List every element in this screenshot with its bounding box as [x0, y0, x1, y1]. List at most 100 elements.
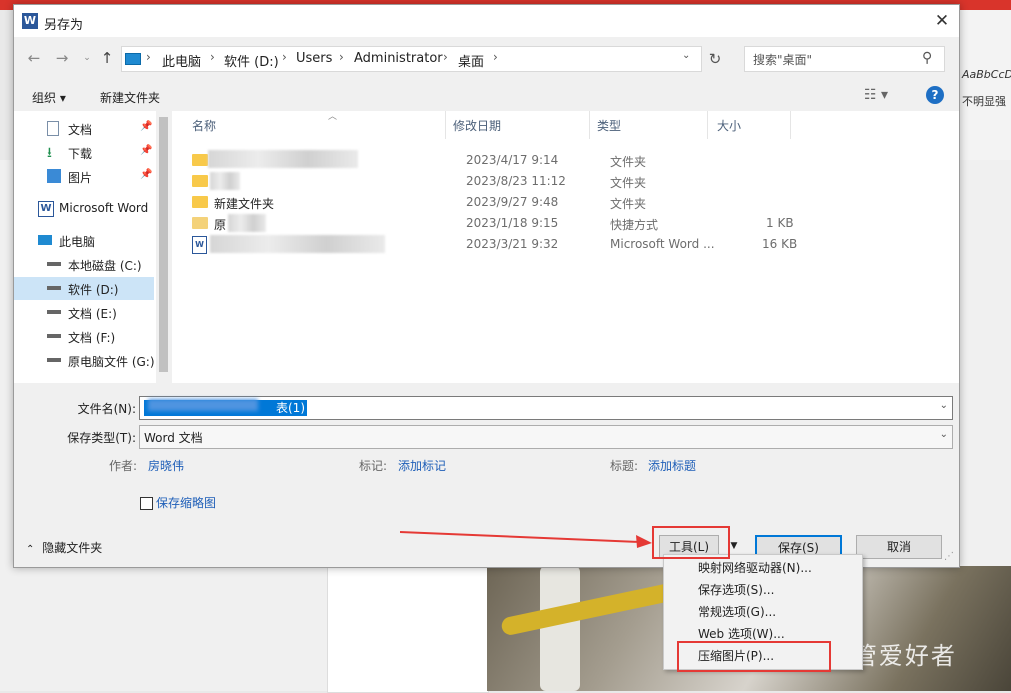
file-date: 2023/4/17 9:14	[466, 153, 559, 167]
nav-item-label: 下载	[68, 147, 93, 161]
chevron-right-icon: ›	[493, 50, 498, 64]
photo-pipe	[540, 566, 580, 691]
nav-item-documents[interactable]: 文档 📌	[14, 117, 154, 140]
chevron-down-icon[interactable]: ⌄	[940, 400, 948, 411]
address-bar[interactable]: › 此电脑 › 软件 (D:) › Users › Administrator …	[121, 46, 702, 72]
close-button[interactable]: ✕	[928, 9, 956, 33]
column-header-size[interactable]: 大小	[717, 117, 741, 134]
file-row[interactable]: W 2023/3/21 9:32 Microsoft Word ... 16 K…	[192, 234, 812, 255]
author-label: 作者:	[109, 459, 138, 473]
filetype-select[interactable]: Word 文档 ⌄	[139, 425, 953, 449]
nav-item-drive-d[interactable]: 软件 (D:)	[14, 277, 154, 300]
chevron-right-icon: ›	[282, 50, 287, 64]
column-divider[interactable]	[589, 111, 590, 139]
column-divider[interactable]	[707, 111, 708, 139]
help-icon[interactable]: ?	[926, 86, 944, 104]
breadcrumb-users[interactable]: Users	[296, 51, 332, 66]
file-row[interactable]: 原 2023/1/18 9:15 快捷方式 1 KB	[192, 213, 812, 234]
search-icon[interactable]: ⚲	[922, 50, 932, 66]
search-box[interactable]: 搜索"桌面" ⚲	[744, 46, 945, 72]
style-label: 不明显强	[962, 95, 1006, 108]
file-type: 快捷方式	[610, 218, 659, 232]
breadcrumb-administrator[interactable]: Administrator	[354, 51, 443, 66]
word-document-icon: W	[192, 236, 207, 254]
save-thumbnail-label[interactable]: 保存缩略图	[156, 494, 216, 511]
red-arrow-icon	[400, 531, 652, 548]
new-folder-button[interactable]: 新建文件夹	[100, 89, 160, 106]
column-divider[interactable]	[790, 111, 791, 139]
nav-item-drive-e[interactable]: 文档 (E:)	[14, 301, 154, 324]
pin-icon[interactable]: 📌	[140, 169, 152, 180]
nav-item-drive-c[interactable]: 本地磁盘 (C:)	[14, 253, 154, 276]
pin-icon[interactable]: 📌	[140, 121, 152, 132]
shortcut-icon	[192, 217, 208, 229]
back-arrow-icon[interactable]: ←	[23, 47, 45, 69]
nav-item-label: Microsoft Word	[59, 201, 149, 215]
compress-highlight-box	[677, 641, 831, 672]
nav-item-label: 此电脑	[59, 235, 96, 249]
sort-arrow-icon: ︿	[328, 112, 338, 122]
drive-icon	[47, 358, 61, 362]
computer-icon	[38, 235, 52, 245]
file-type: 文件夹	[610, 155, 647, 169]
breadcrumb-drive-d[interactable]: 软件 (D:)	[224, 51, 279, 70]
pin-icon[interactable]: 📌	[140, 145, 152, 156]
column-divider[interactable]	[445, 111, 446, 139]
blurred-filename	[148, 399, 258, 411]
file-date: 2023/3/21 9:32	[466, 237, 559, 251]
word-ribbon-background	[958, 10, 1011, 160]
nav-item-downloads[interactable]: ⭳ 下载 📌	[14, 141, 154, 164]
nav-item-microsoft-word[interactable]: W Microsoft Word	[14, 197, 154, 220]
column-header-type[interactable]: 类型	[597, 117, 621, 134]
save-thumbnail-checkbox[interactable]	[140, 497, 153, 510]
author-field[interactable]: 房晓伟	[148, 457, 184, 474]
menu-item-save-options[interactable]: 保存选项(S)...	[698, 581, 774, 598]
up-arrow-icon[interactable]: ↑	[96, 47, 118, 69]
search-input[interactable]: 搜索"桌面"	[753, 51, 812, 68]
nav-item-this-pc[interactable]: 此电脑	[14, 229, 154, 252]
nav-item-drive-f[interactable]: 文档 (F:)	[14, 325, 154, 348]
menu-item-map-network-drive[interactable]: 映射网络驱动器(N)...	[698, 559, 812, 576]
hide-folders-button[interactable]: ⌃ 隐藏文件夹	[26, 539, 102, 556]
column-header-name[interactable]: 名称	[192, 117, 216, 134]
refresh-icon[interactable]: ↻	[702, 46, 728, 72]
file-row[interactable]: 2023/8/23 11:12 文件夹	[192, 171, 812, 192]
blurred-filename	[210, 172, 240, 190]
chevron-down-icon[interactable]: ⌄	[940, 429, 948, 440]
file-type: Microsoft Word ...	[610, 237, 715, 251]
cancel-button[interactable]: 取消	[856, 535, 942, 559]
breadcrumb-desktop[interactable]: 桌面	[458, 51, 484, 70]
forward-arrow-icon[interactable]: →	[51, 47, 73, 69]
file-row[interactable]: 2023/4/17 9:14 文件夹	[192, 150, 812, 171]
tags-field[interactable]: 添加标记	[398, 457, 446, 474]
document-icon	[47, 121, 59, 136]
change-view-icon[interactable]: ☷ ▾	[864, 87, 888, 103]
chevron-down-icon[interactable]: ⌄	[682, 50, 690, 61]
nav-item-pictures[interactable]: 图片 📌	[14, 165, 154, 188]
file-type: 文件夹	[610, 176, 647, 190]
filetype-label: 保存类型(T):	[67, 431, 136, 445]
computer-icon	[125, 53, 141, 65]
file-row[interactable]: 新建文件夹 2023/9/27 9:48 文件夹	[192, 192, 812, 213]
blurred-filename	[228, 214, 266, 232]
breadcrumb-this-pc[interactable]: 此电脑	[162, 51, 201, 70]
file-date: 2023/8/23 11:12	[466, 174, 566, 188]
organize-button[interactable]: 组织 ▾	[32, 89, 66, 106]
title-field[interactable]: 添加标题	[648, 457, 696, 474]
resize-grip-icon[interactable]: ⋰	[944, 551, 954, 562]
nav-scrollbar-thumb[interactable]	[159, 117, 168, 372]
nav-item-drive-g[interactable]: 原电脑文件 (G:)	[14, 349, 155, 372]
style-sample: AaBbCcD	[962, 68, 1011, 81]
menu-item-general-options[interactable]: 常规选项(G)...	[698, 603, 776, 620]
column-header-date[interactable]: 修改日期	[453, 117, 501, 134]
filename-field[interactable]: 表(1) ⌄	[139, 396, 953, 420]
menu-item-web-options[interactable]: Web 选项(W)...	[698, 625, 785, 642]
file-date: 2023/1/18 9:15	[466, 216, 559, 230]
file-size: 16 KB	[762, 237, 798, 251]
recent-locations-icon[interactable]: ⌄	[76, 47, 98, 69]
filename-label: 文件名(N):	[77, 402, 136, 416]
folder-icon	[192, 196, 208, 208]
photo-cable	[500, 581, 680, 637]
picture-icon	[47, 169, 61, 183]
file-name: 原	[214, 218, 227, 232]
